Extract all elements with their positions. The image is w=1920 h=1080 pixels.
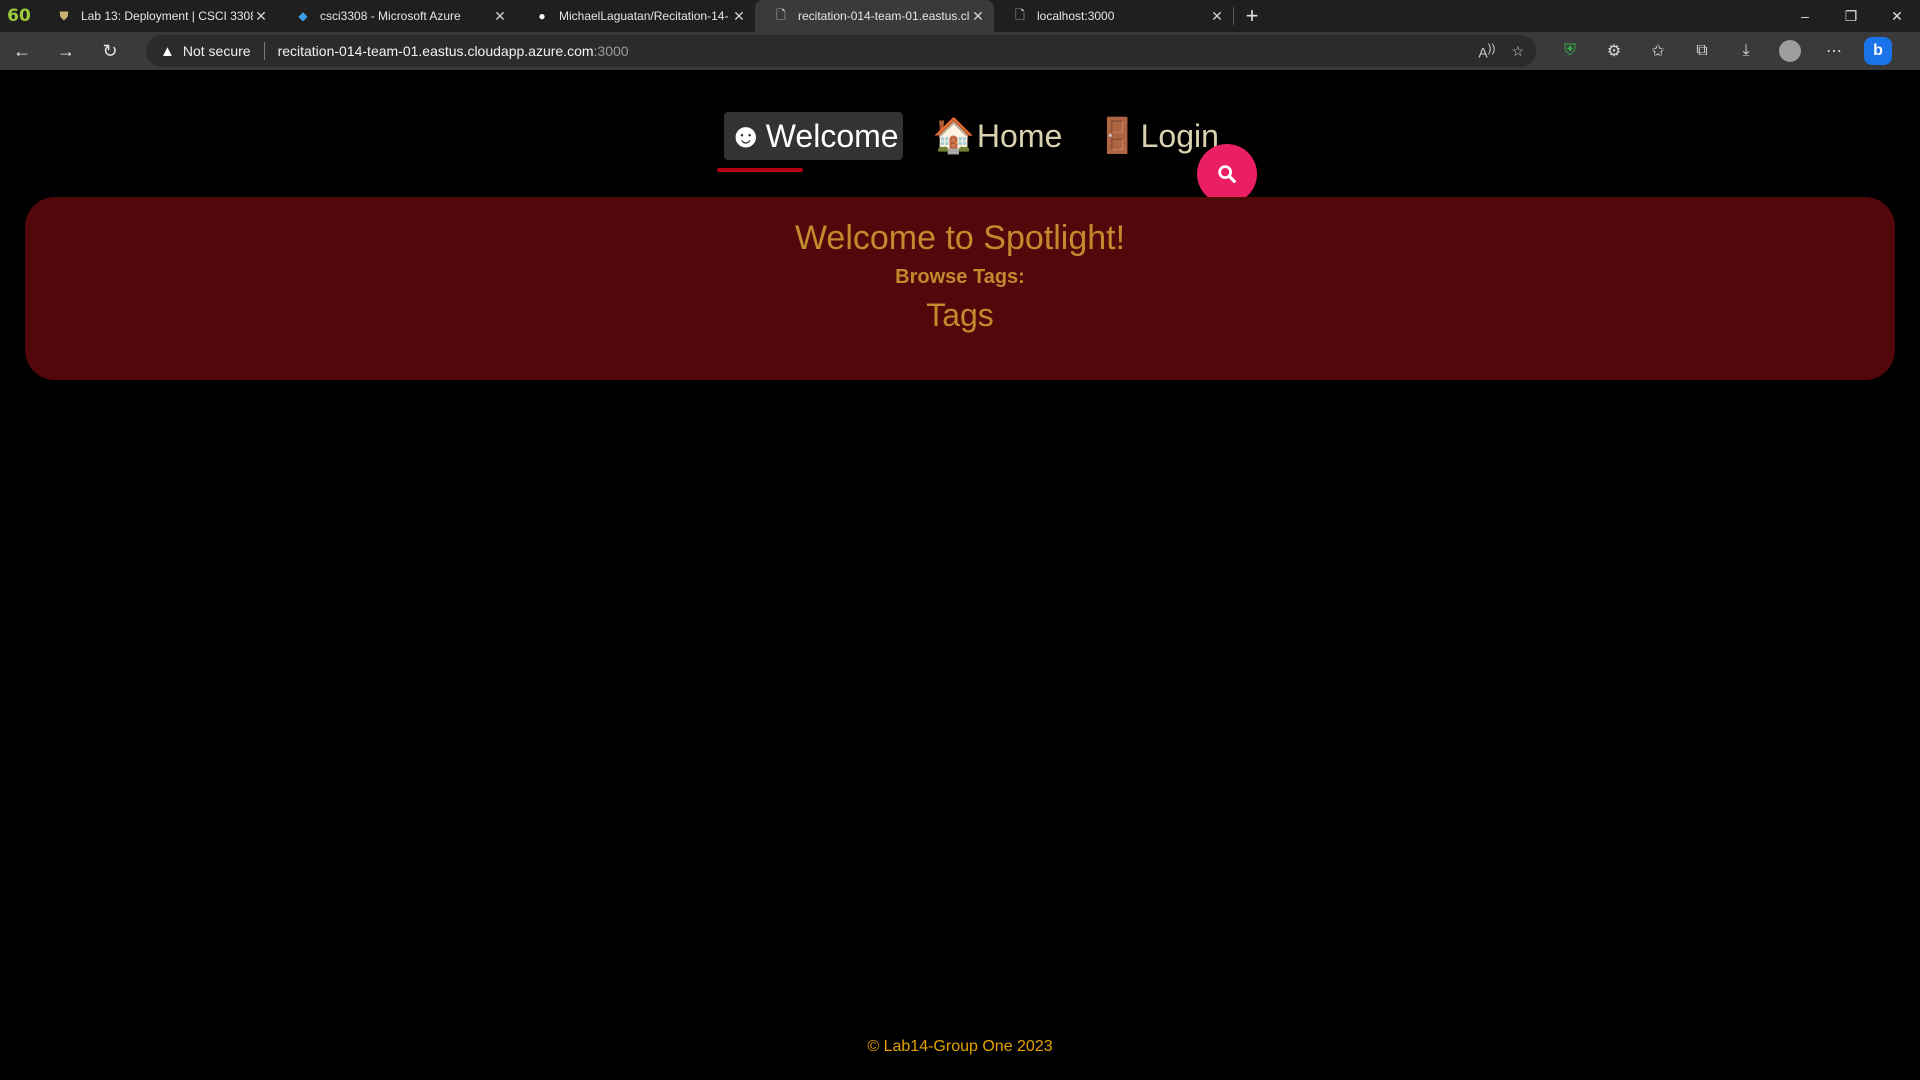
more-icon[interactable]: ⋯ [1812,32,1856,70]
page-footer: © Lab14-Group One 2023 [867,1038,1053,1055]
downloads-icon[interactable]: ⤓ [1724,32,1768,70]
nav-login[interactable]: 🚪 Login [1092,112,1223,160]
url-host: recitation-014-team-01.eastus.cloudapp.a… [277,43,594,59]
add-favorite-icon[interactable]: ☆ [1511,43,1524,60]
github-icon: ● [538,9,546,23]
minimize-icon[interactable]: – [1782,0,1828,32]
nav-home[interactable]: 🏠 Home [929,112,1067,160]
window-controls: – ❐ ✕ [1782,0,1920,32]
new-tab-button[interactable]: + [1234,0,1270,32]
tab-title: csci3308 - Microsoft Azure [320,9,461,23]
web-page: ☻ Welcome 🏠 Home 🚪 Login Welcome to Spot… [0,70,1920,1080]
close-icon[interactable]: ✕ [492,8,508,25]
close-icon[interactable]: ✕ [1209,8,1225,25]
close-icon[interactable]: ✕ [253,8,269,25]
collections-icon[interactable]: ⧉ [1680,32,1724,70]
forward-icon[interactable]: → [44,32,88,70]
nav-welcome[interactable]: ☻ Welcome [724,112,903,160]
warning-icon[interactable]: ▲ [160,43,175,60]
page-icon: 🗋 [776,7,786,22]
app-icon[interactable]: 60 [0,0,38,32]
toolbar-icons: ⛨ ⚙ ✩ ⧉ ⤓ ⋯ b [1548,32,1892,70]
tab-title: recitation-014-team-01.eastus.cl [798,9,970,23]
smiley-icon: ☻ [728,117,764,155]
profile-avatar[interactable] [1779,40,1801,62]
welcome-banner: Welcome to Spotlight! Browse Tags: Tags [25,197,1895,380]
tab-localhost[interactable]: 🗋 localhost:3000 ✕ [994,0,1233,32]
door-icon: 🚪 [1096,117,1139,155]
tab-recitation-active[interactable]: 🗋 recitation-014-team-01.eastus.cl ✕ [755,0,994,32]
cu-icon: ⛊ [59,8,69,23]
page-title: Welcome to Spotlight! [794,219,1126,257]
active-nav-indicator [717,168,803,172]
refresh-icon[interactable]: ↻ [88,32,132,70]
address-actions: A)) ☆ [1478,35,1524,67]
tab-github[interactable]: ● MichaelLaguatan/Recitation-14- ✕ [516,0,755,32]
browser-toolbar: ← → ↻ ▲ Not secure recitation-014-team-0… [0,32,1920,70]
tab-title: localhost:3000 [1037,9,1115,23]
nav-label: Login [1140,117,1219,154]
tags-heading: Tags [926,297,994,333]
site-nav: ☻ Welcome 🏠 Home 🚪 Login [724,112,1249,160]
close-icon[interactable]: ✕ [970,8,986,25]
search-icon [1218,165,1236,183]
extensions-icon[interactable]: ⚙ [1592,32,1636,70]
tab-lab13[interactable]: ⛊ Lab 13: Deployment | CSCI 3308 ✕ [38,0,277,32]
security-label[interactable]: Not secure [183,43,251,59]
close-window-icon[interactable]: ✕ [1874,0,1920,32]
browser-tab-strip: 60 ⛊ Lab 13: Deployment | CSCI 3308 ✕ ◆ … [0,0,1920,32]
read-aloud-icon[interactable]: A)) [1478,42,1495,61]
restore-icon[interactable]: ❐ [1828,0,1874,32]
browse-tags-label: Browse Tags: [895,266,1025,288]
url-port: :3000 [593,43,629,59]
back-icon[interactable]: ← [0,32,44,70]
house-icon: 🏠 [932,117,975,155]
bing-icon[interactable]: b [1864,37,1892,65]
favorites-icon[interactable]: ✩ [1636,32,1680,70]
shield-icon[interactable]: ⛨ [1548,32,1592,70]
url-text[interactable]: recitation-014-team-01.eastus.cloudapp.a… [278,43,629,59]
azure-icon: ◆ [298,9,308,23]
tab-title: MichaelLaguatan/Recitation-14- [559,9,729,23]
address-divider [263,42,265,60]
nav-label: Home [976,117,1063,154]
address-bar[interactable]: ▲ Not secure recitation-014-team-01.east… [146,35,1536,67]
tab-azure[interactable]: ◆ csci3308 - Microsoft Azure ✕ [277,0,516,32]
close-icon[interactable]: ✕ [731,8,747,25]
tab-title: Lab 13: Deployment | CSCI 3308 [81,9,253,23]
nav-label: Welcome [765,117,899,154]
page-icon: 🗋 [1015,7,1025,22]
search-button[interactable] [1197,144,1257,204]
